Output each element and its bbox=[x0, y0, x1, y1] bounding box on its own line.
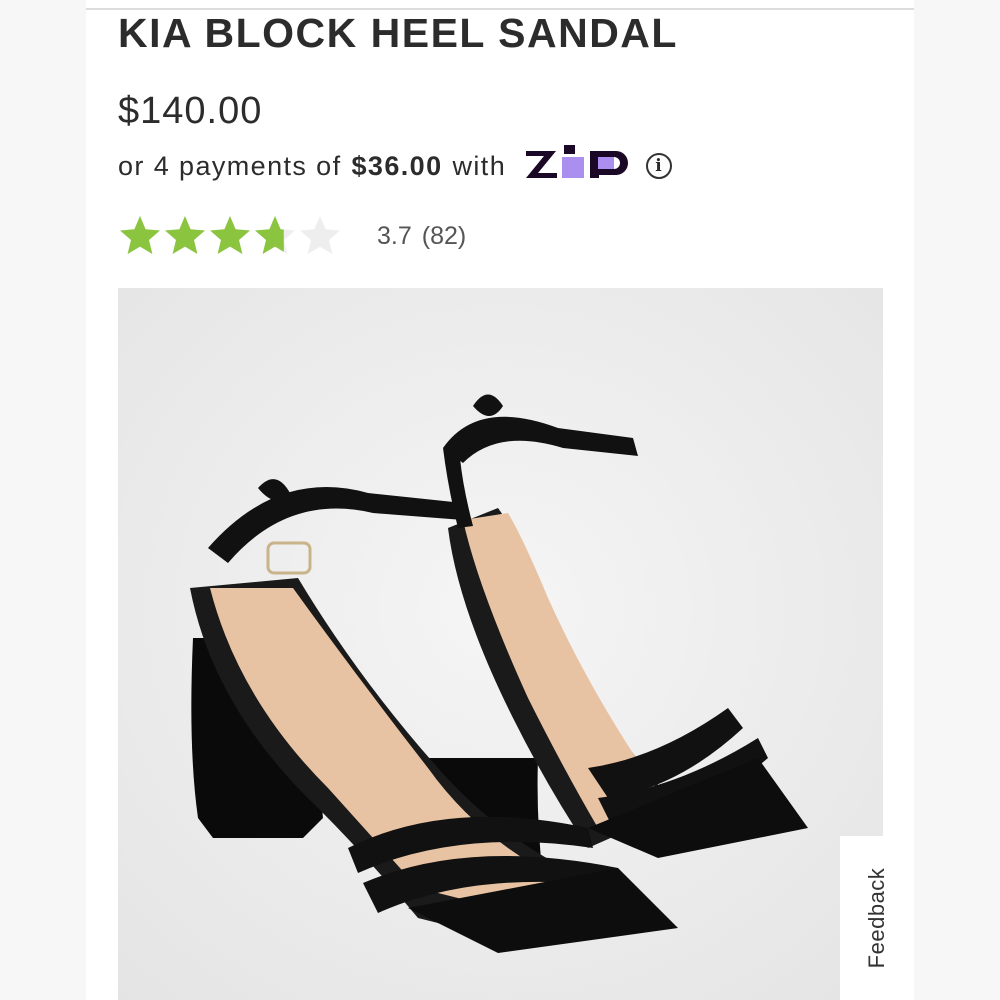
info-circle-icon[interactable]: i bbox=[646, 153, 673, 179]
installment-prefix: or 4 payments of bbox=[118, 150, 342, 181]
star-icon bbox=[300, 216, 340, 254]
star-icon bbox=[255, 216, 295, 254]
product-image[interactable] bbox=[118, 288, 883, 1000]
installment-amount: $36.00 bbox=[351, 150, 443, 181]
star-icon bbox=[210, 216, 250, 254]
star-icon bbox=[120, 216, 160, 254]
feedback-label[interactable]: Feedback bbox=[864, 868, 890, 969]
star-icon bbox=[165, 216, 205, 254]
rating-count[interactable]: (82) bbox=[422, 222, 466, 251]
left-margin bbox=[0, 0, 86, 1000]
rating-stars bbox=[118, 214, 343, 258]
rating-value: 3.7 bbox=[377, 221, 412, 250]
product-rating[interactable]: 3.7 (82) bbox=[118, 212, 466, 260]
right-margin bbox=[914, 0, 1000, 1000]
product-price: $140.00 bbox=[118, 90, 263, 132]
installment-suffix: with bbox=[452, 150, 507, 181]
feedback-tab[interactable]: Feedback bbox=[840, 836, 914, 1000]
product-title: KIA BLOCK HEEL SANDAL bbox=[118, 10, 678, 56]
zip-logo[interactable] bbox=[524, 144, 632, 188]
installment-offer: or 4 payments of $36.00 with i bbox=[118, 144, 673, 188]
